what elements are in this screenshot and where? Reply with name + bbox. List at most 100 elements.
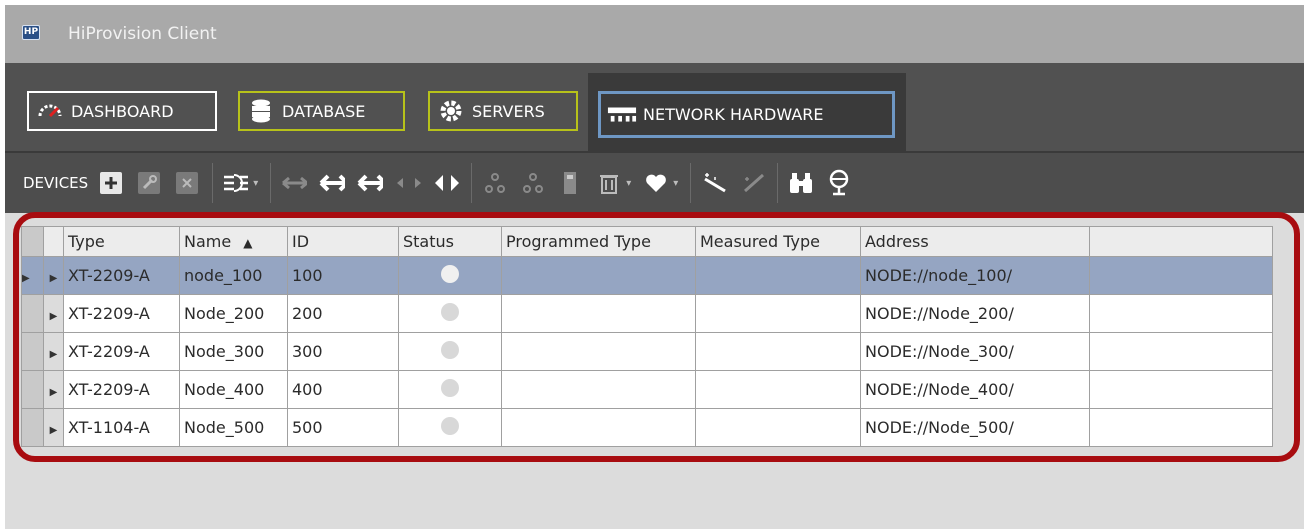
cell-measured-type[interactable] [695, 256, 861, 295]
cell-type[interactable]: XT-2209-A [63, 294, 180, 333]
device-icon[interactable] [558, 170, 584, 196]
status-indicator-icon [441, 378, 459, 397]
cell-id[interactable]: 400 [287, 370, 399, 409]
cell-name[interactable]: Node_500 [179, 408, 288, 447]
cell-address[interactable]: NODE://Node_500/ [860, 408, 1090, 447]
binoculars-icon[interactable] [788, 170, 814, 196]
main-nav: DASHBOARD DATABASE SERVERS NETWORK HARDW… [5, 63, 1304, 151]
column-header-status[interactable]: Status [398, 226, 502, 257]
table-row[interactable]: ▶ XT-1104-A Node_500 500 NODE://Node_500… [21, 408, 1273, 447]
database-button[interactable]: DATABASE [238, 91, 405, 131]
toolbar-separator [212, 163, 214, 203]
nodes-add-icon[interactable] [482, 170, 508, 196]
expand-icon[interactable]: ▶ [43, 370, 64, 409]
expand-icon[interactable]: ▶ [43, 256, 64, 295]
cell-address[interactable]: NODE://Node_200/ [860, 294, 1090, 333]
expand-icon[interactable]: ▶ [43, 294, 64, 333]
cell-id[interactable]: 100 [287, 256, 399, 295]
row-selector[interactable] [21, 408, 44, 447]
cell-measured-type[interactable] [695, 294, 861, 333]
arrows-bold-icon[interactable] [319, 170, 346, 196]
wand-disabled-icon[interactable] [739, 170, 765, 196]
cell-programmed-type[interactable] [501, 256, 696, 295]
cell-name[interactable]: node_100 [179, 256, 288, 295]
arrows-outward-icon[interactable] [433, 170, 460, 196]
arrows-horizontal-icon[interactable] [281, 170, 308, 196]
cell-type[interactable]: XT-2209-A [63, 370, 180, 409]
cell-status[interactable] [398, 332, 502, 371]
cell-measured-type[interactable] [695, 370, 861, 409]
servers-label: SERVERS [472, 101, 545, 121]
row-selector[interactable] [21, 370, 44, 409]
cell-programmed-type[interactable] [501, 332, 696, 371]
expand-icon[interactable]: ▶ [43, 332, 64, 371]
cell-programmed-type[interactable] [501, 294, 696, 333]
devices-toolbar: DEVICES ▾ ▾ ▾ [5, 151, 1304, 213]
table-row[interactable]: ▶ ▶ XT-2209-A node_100 100 NODE://node_1… [21, 256, 1273, 295]
speedometer-icon [35, 98, 65, 124]
app-window: HP HiProvision Client DASHBOARD DATABASE… [5, 5, 1304, 529]
chevron-down-icon[interactable]: ▾ [253, 178, 258, 189]
column-header-programmed-type[interactable]: Programmed Type [501, 226, 696, 257]
heart-icon[interactable] [643, 170, 669, 196]
cell-address[interactable]: NODE://node_100/ [860, 256, 1090, 295]
cell-status[interactable] [398, 294, 502, 333]
sort-ascending-icon: ▲ [243, 236, 253, 250]
row-header-corner [21, 226, 44, 257]
cell-name[interactable]: Node_200 [179, 294, 288, 333]
network-switch-icon [607, 102, 637, 128]
cell-id[interactable]: 500 [287, 408, 399, 447]
status-indicator-icon [441, 416, 459, 435]
column-header-filler [1089, 226, 1273, 257]
cell-filler [1089, 370, 1273, 409]
wrench-icon[interactable] [136, 170, 162, 196]
add-icon[interactable] [98, 170, 124, 196]
arrows-inward-icon[interactable] [395, 170, 422, 196]
cell-type[interactable]: XT-2209-A [63, 332, 180, 371]
column-header-name[interactable]: Name ▲ [179, 226, 288, 257]
devices-label: DEVICES [23, 174, 89, 192]
table-row[interactable]: ▶ XT-2209-A Node_400 400 NODE://Node_400… [21, 370, 1273, 409]
dashboard-button[interactable]: DASHBOARD [27, 91, 217, 131]
cell-address[interactable]: NODE://Node_400/ [860, 370, 1090, 409]
wand-icon[interactable] [701, 170, 727, 196]
column-header-address[interactable]: Address [860, 226, 1090, 257]
arrows-double-icon[interactable] [357, 170, 384, 196]
expand-icon[interactable]: ▶ [43, 408, 64, 447]
column-header-measured-type[interactable]: Measured Type [695, 226, 861, 257]
cell-status[interactable] [398, 408, 502, 447]
row-selector[interactable] [21, 332, 44, 371]
cell-status[interactable] [398, 256, 502, 295]
cell-type[interactable]: XT-1104-A [63, 408, 180, 447]
table-row[interactable]: ▶ XT-2209-A Node_300 300 NODE://Node_300… [21, 332, 1273, 371]
cell-name[interactable]: Node_300 [179, 332, 288, 371]
nodes-remove-icon[interactable] [520, 170, 546, 196]
columns-icon[interactable] [223, 170, 249, 196]
chevron-down-icon[interactable]: ▾ [673, 178, 678, 189]
row-selector[interactable] [21, 294, 44, 333]
row-selector[interactable]: ▶ [21, 256, 44, 295]
database-icon [246, 98, 276, 124]
table-row[interactable]: ▶ XT-2209-A Node_200 200 NODE://Node_200… [21, 294, 1273, 333]
cell-status[interactable] [398, 370, 502, 409]
devices-table: Type Name ▲ ID Status Programmed Type Mea… [21, 226, 1273, 447]
microphone-icon[interactable] [826, 169, 852, 196]
column-header-id[interactable]: ID [287, 226, 399, 257]
servers-button[interactable]: SERVERS [428, 91, 578, 131]
cell-id[interactable]: 200 [287, 294, 399, 333]
cell-type[interactable]: XT-2209-A [63, 256, 180, 295]
cell-programmed-type[interactable] [501, 370, 696, 409]
cell-id[interactable]: 300 [287, 332, 399, 371]
network-hardware-button[interactable]: NETWORK HARDWARE [598, 91, 895, 138]
cell-address[interactable]: NODE://Node_300/ [860, 332, 1090, 371]
trash-icon[interactable] [596, 170, 622, 196]
delete-icon[interactable] [174, 170, 200, 196]
cell-name[interactable]: Node_400 [179, 370, 288, 409]
toolbar-separator [471, 163, 473, 203]
cell-measured-type[interactable] [695, 332, 861, 371]
cell-measured-type[interactable] [695, 408, 861, 447]
chevron-down-icon[interactable]: ▾ [626, 178, 631, 189]
cell-programmed-type[interactable] [501, 408, 696, 447]
column-header-type[interactable]: Type [63, 226, 180, 257]
status-indicator-icon [441, 340, 459, 359]
